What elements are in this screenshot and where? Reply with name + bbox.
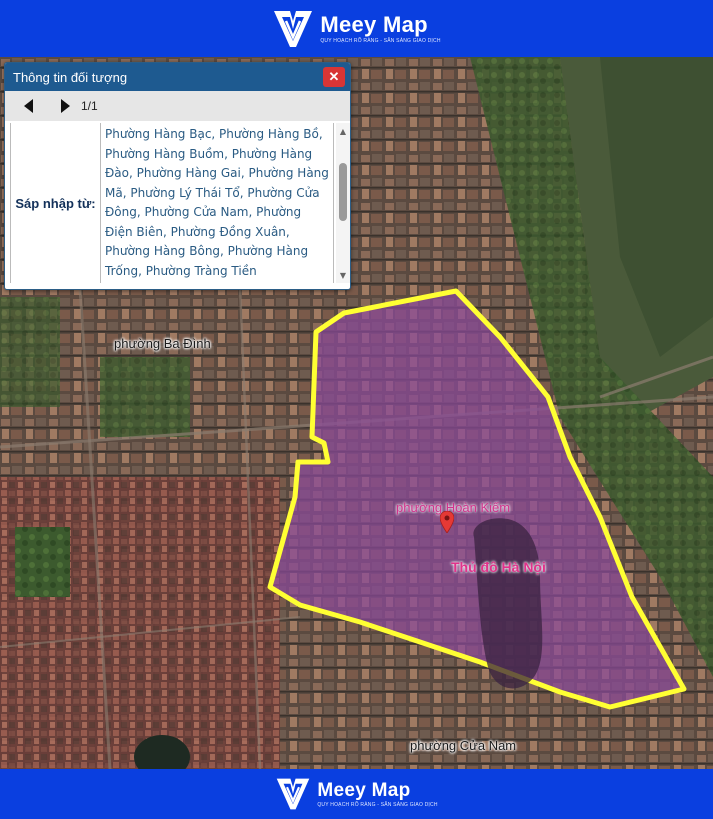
popup-scrollbar[interactable]: ▲ ▼ xyxy=(336,123,350,283)
label-cua-nam: phường Cửa Nam xyxy=(410,738,517,753)
brand-logo-bottom[interactable]: Meey Map QUY HOẠCH RÕ RÀNG - SẴN SÀNG GI… xyxy=(275,775,437,813)
popup-title: Thông tin đối tượng xyxy=(13,69,128,85)
info-popup: Thông tin đối tượng ✕ 1/1 Sáp nhập từ: P… xyxy=(4,62,351,290)
previous-button[interactable] xyxy=(21,98,37,114)
caret-left-icon xyxy=(24,99,33,113)
merge-field-row: Sáp nhập từ: Phường Hàng Bạc, Phường Hàn… xyxy=(10,123,350,283)
page-indicator: 1/1 xyxy=(81,99,98,113)
top-brand-bar: Meey Map QUY HOẠCH RÕ RÀNG - SẴN SÀNG GI… xyxy=(0,0,713,57)
scroll-down-icon[interactable]: ▼ xyxy=(336,269,350,281)
popup-pagination: 1/1 xyxy=(5,91,350,121)
caret-right-icon xyxy=(61,99,70,113)
label-ba-dinh: phường Ba Đình xyxy=(114,336,211,351)
label-capital: Thủ đô Hà Nội xyxy=(451,559,546,575)
field-value: Phường Hàng Bạc, Phường Hàng Bồ, Phường … xyxy=(101,123,334,283)
close-icon: ✕ xyxy=(328,69,340,84)
scroll-up-icon[interactable]: ▲ xyxy=(336,125,350,137)
map-marker-icon[interactable] xyxy=(440,511,454,533)
meey-logo-icon xyxy=(274,10,313,47)
popup-header: Thông tin đối tượng ✕ xyxy=(5,63,350,91)
popup-body[interactable]: Sáp nhập từ: Phường Hàng Bạc, Phường Hàn… xyxy=(5,123,350,289)
brand-tagline: QUY HOẠCH RÕ RÀNG - SẴN SÀNG GIAO DỊCH xyxy=(320,37,441,44)
brand-logo[interactable]: Meey Map QUY HOẠCH RÕ RÀNG - SẴN SÀNG GI… xyxy=(272,7,440,51)
brand-name: Meey Map xyxy=(320,11,428,37)
field-label: Sáp nhập từ: xyxy=(11,123,101,283)
next-button[interactable] xyxy=(57,98,73,114)
bottom-brand-bar: Meey Map QUY HOẠCH RÕ RÀNG - SẴN SÀNG GI… xyxy=(0,769,713,819)
meey-logo-icon xyxy=(277,778,310,810)
close-button[interactable]: ✕ xyxy=(323,67,345,87)
brand-tagline-bottom: QUY HOẠCH RÕ RÀNG - SẴN SÀNG GIAO DỊCH xyxy=(317,801,438,808)
brand-name-bottom: Meey Map xyxy=(317,779,411,801)
scroll-thumb[interactable] xyxy=(339,163,347,221)
